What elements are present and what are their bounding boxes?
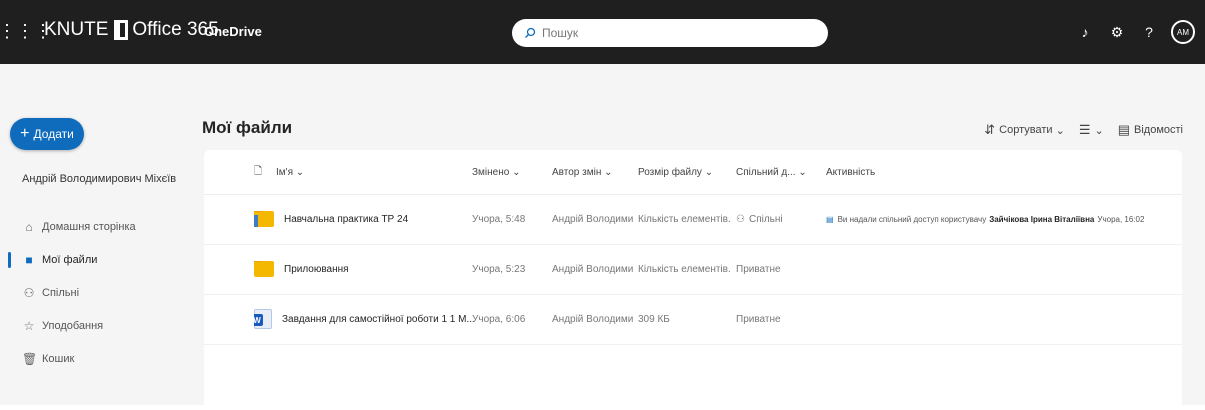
share-activity-icon: ▤ bbox=[826, 215, 834, 224]
modified-by: Андрій Володимиро bbox=[552, 314, 634, 325]
plus-icon: + bbox=[20, 125, 30, 142]
details-button[interactable]: ▤ Відомості bbox=[1118, 122, 1183, 138]
modified-by: Андрій Володимиро bbox=[552, 264, 634, 275]
star-icon: ☆ bbox=[23, 318, 35, 333]
file-list: 🗋 Ім'я ⌄ Змінено ⌄ Автор змін ⌄ Розмір ф… bbox=[204, 150, 1182, 410]
column-sharing[interactable]: Спільний д... ⌄ bbox=[736, 167, 807, 178]
toolbar: ⇵ Сортувати ⌄ ☰ ⌄ ▤ Відомості bbox=[970, 122, 1183, 138]
top-actions: ♪ ⚙ ? АМ bbox=[1069, 18, 1195, 46]
folder-icon bbox=[254, 211, 274, 227]
nav-list: ⌂ Домашня сторінка ■ Мої файли ⚇ Спільні… bbox=[0, 210, 186, 375]
column-activity[interactable]: Активність bbox=[826, 167, 875, 178]
brand-logo[interactable]: KNUTE Office 365 bbox=[44, 19, 219, 41]
column-name[interactable]: Ім'я ⌄ bbox=[276, 167, 304, 178]
shared-icon: ⚇ bbox=[736, 214, 745, 225]
premium-icon[interactable]: ♪ bbox=[1069, 18, 1101, 46]
sidebar-item-label: Спільні bbox=[42, 286, 80, 299]
column-modified-by-label: Автор змін bbox=[552, 166, 602, 178]
column-size[interactable]: Розмір файлу ⌄ bbox=[638, 167, 713, 178]
file-size: 309 КБ bbox=[638, 314, 670, 325]
office-logo-icon bbox=[114, 20, 129, 40]
column-modified[interactable]: Змінено ⌄ bbox=[472, 167, 520, 178]
sort-button[interactable]: ⇵ Сортувати ⌄ bbox=[984, 122, 1065, 138]
chevron-down-icon: ⌄ bbox=[1094, 124, 1104, 137]
sort-icon: ⇵ bbox=[984, 122, 996, 137]
page-title: Мої файли bbox=[202, 118, 293, 137]
brand-name: KNUTE bbox=[44, 19, 109, 40]
column-modified-label: Змінено bbox=[472, 166, 510, 178]
search-icon bbox=[525, 27, 536, 38]
sidebar-item-label: Мої файли bbox=[42, 253, 98, 266]
sidebar-item-label: Кошик bbox=[42, 352, 75, 365]
file-size: Кількість елементів... bbox=[638, 214, 730, 225]
modified-date: Учора, 5:23 bbox=[472, 264, 526, 275]
main-content: Мої файли ⇵ Сортувати ⌄ ☰ ⌄ ▤ Відомості … bbox=[186, 64, 1205, 410]
sharing-status[interactable]: Приватне bbox=[736, 314, 781, 325]
search-placeholder: Пошук bbox=[542, 26, 579, 40]
folder-icon bbox=[254, 261, 274, 277]
sidebar-item-my-files[interactable]: ■ Мої файли bbox=[0, 243, 186, 276]
activity-text: Ви надали спільний доступ користувачу bbox=[837, 215, 987, 224]
folder-icon: ■ bbox=[25, 252, 33, 267]
file-name[interactable]: Прилоювання bbox=[254, 261, 349, 277]
sort-label: Сортувати bbox=[999, 124, 1053, 136]
file-name-label: Навчальна практика ТР 24 bbox=[284, 213, 409, 225]
avatar[interactable]: АМ bbox=[1171, 20, 1195, 44]
modified-by: Андрій Володимиро bbox=[552, 214, 634, 225]
column-size-label: Розмір файлу bbox=[638, 166, 702, 178]
file-name-label: Прилоювання bbox=[284, 263, 349, 275]
modified-date: Учора, 5:48 bbox=[472, 214, 526, 225]
app-name[interactable]: OneDrive bbox=[204, 24, 262, 39]
top-bar: ⋮⋮⋮ KNUTE Office 365 OneDrive Пошук ♪ ⚙ … bbox=[0, 0, 1205, 64]
activity-time: Учора, 16:02 bbox=[1097, 215, 1145, 224]
file-name[interactable]: Навчальна практика ТР 24 bbox=[254, 211, 408, 227]
settings-icon[interactable]: ⚙ bbox=[1101, 18, 1133, 46]
word-file-icon bbox=[254, 309, 272, 329]
table-row[interactable]: Прилоювання Учора, 5:23 Андрій Володимир… bbox=[204, 244, 1182, 295]
add-button-label: Додати bbox=[33, 127, 74, 141]
activity-user: Зайчікова Ірина Віталіївна bbox=[989, 215, 1095, 224]
sidebar-item-recycle-bin[interactable]: 🗑 Кошик bbox=[0, 342, 186, 375]
file-list-header: 🗋 Ім'я ⌄ Змінено ⌄ Автор змін ⌄ Розмір ф… bbox=[204, 150, 1182, 195]
sidebar-item-favorites[interactable]: ☆ Уподобання bbox=[0, 309, 186, 342]
file-size: Кількість елементів... bbox=[638, 264, 730, 275]
list-view-icon: ☰ bbox=[1078, 122, 1091, 137]
help-icon[interactable]: ? bbox=[1133, 18, 1165, 46]
sidebar-item-label: Домашня сторінка bbox=[42, 220, 136, 233]
sharing-label: Спільні bbox=[748, 214, 783, 225]
sidebar-item-label: Уподобання bbox=[42, 319, 104, 332]
sidebar: + Додати Андрій Володимирович Міхєїв ⌂ Д… bbox=[0, 64, 186, 405]
user-name: Андрій Володимирович Міхєїв bbox=[22, 173, 177, 185]
chevron-down-icon: ⌄ bbox=[1052, 124, 1065, 137]
add-button[interactable]: + Додати bbox=[10, 118, 84, 150]
view-options-button[interactable]: ☰ ⌄ bbox=[1079, 122, 1104, 138]
table-row[interactable]: Завдання для самостійної роботи 1 1 М...… bbox=[204, 294, 1182, 345]
file-type-icon: 🗋 bbox=[254, 165, 263, 177]
search-input[interactable]: Пошук bbox=[512, 19, 828, 47]
details-pane-icon: ▤ bbox=[1117, 122, 1131, 137]
sharing-status[interactable]: ⚇ Спільні bbox=[736, 214, 783, 225]
table-row[interactable]: Навчальна практика ТР 24 Учора, 5:48 Анд… bbox=[204, 194, 1182, 245]
home-icon: ⌂ bbox=[25, 219, 33, 234]
trash-icon: 🗑 bbox=[22, 351, 38, 366]
activity-entry: ▤ Ви надали спільний доступ користувачу … bbox=[826, 215, 1176, 224]
sharing-status[interactable]: Приватне bbox=[736, 264, 781, 275]
file-name[interactable]: Завдання для самостійної роботи 1 1 М... bbox=[254, 309, 475, 329]
column-sharing-label: Спільний д... bbox=[736, 166, 796, 178]
file-name-label: Завдання для самостійної роботи 1 1 М... bbox=[282, 313, 475, 325]
modified-date: Учора, 6:06 bbox=[472, 314, 526, 325]
shared-icon: ⚇ bbox=[23, 285, 35, 300]
sidebar-item-shared[interactable]: ⚇ Спільні bbox=[0, 276, 186, 309]
details-label: Відомості bbox=[1134, 124, 1183, 136]
column-name-label: Ім'я bbox=[276, 166, 293, 178]
app-launcher-icon[interactable]: ⋮⋮⋮ bbox=[0, 18, 52, 44]
column-modified-by[interactable]: Автор змін ⌄ bbox=[552, 167, 613, 178]
sidebar-item-home[interactable]: ⌂ Домашня сторінка bbox=[0, 210, 186, 243]
